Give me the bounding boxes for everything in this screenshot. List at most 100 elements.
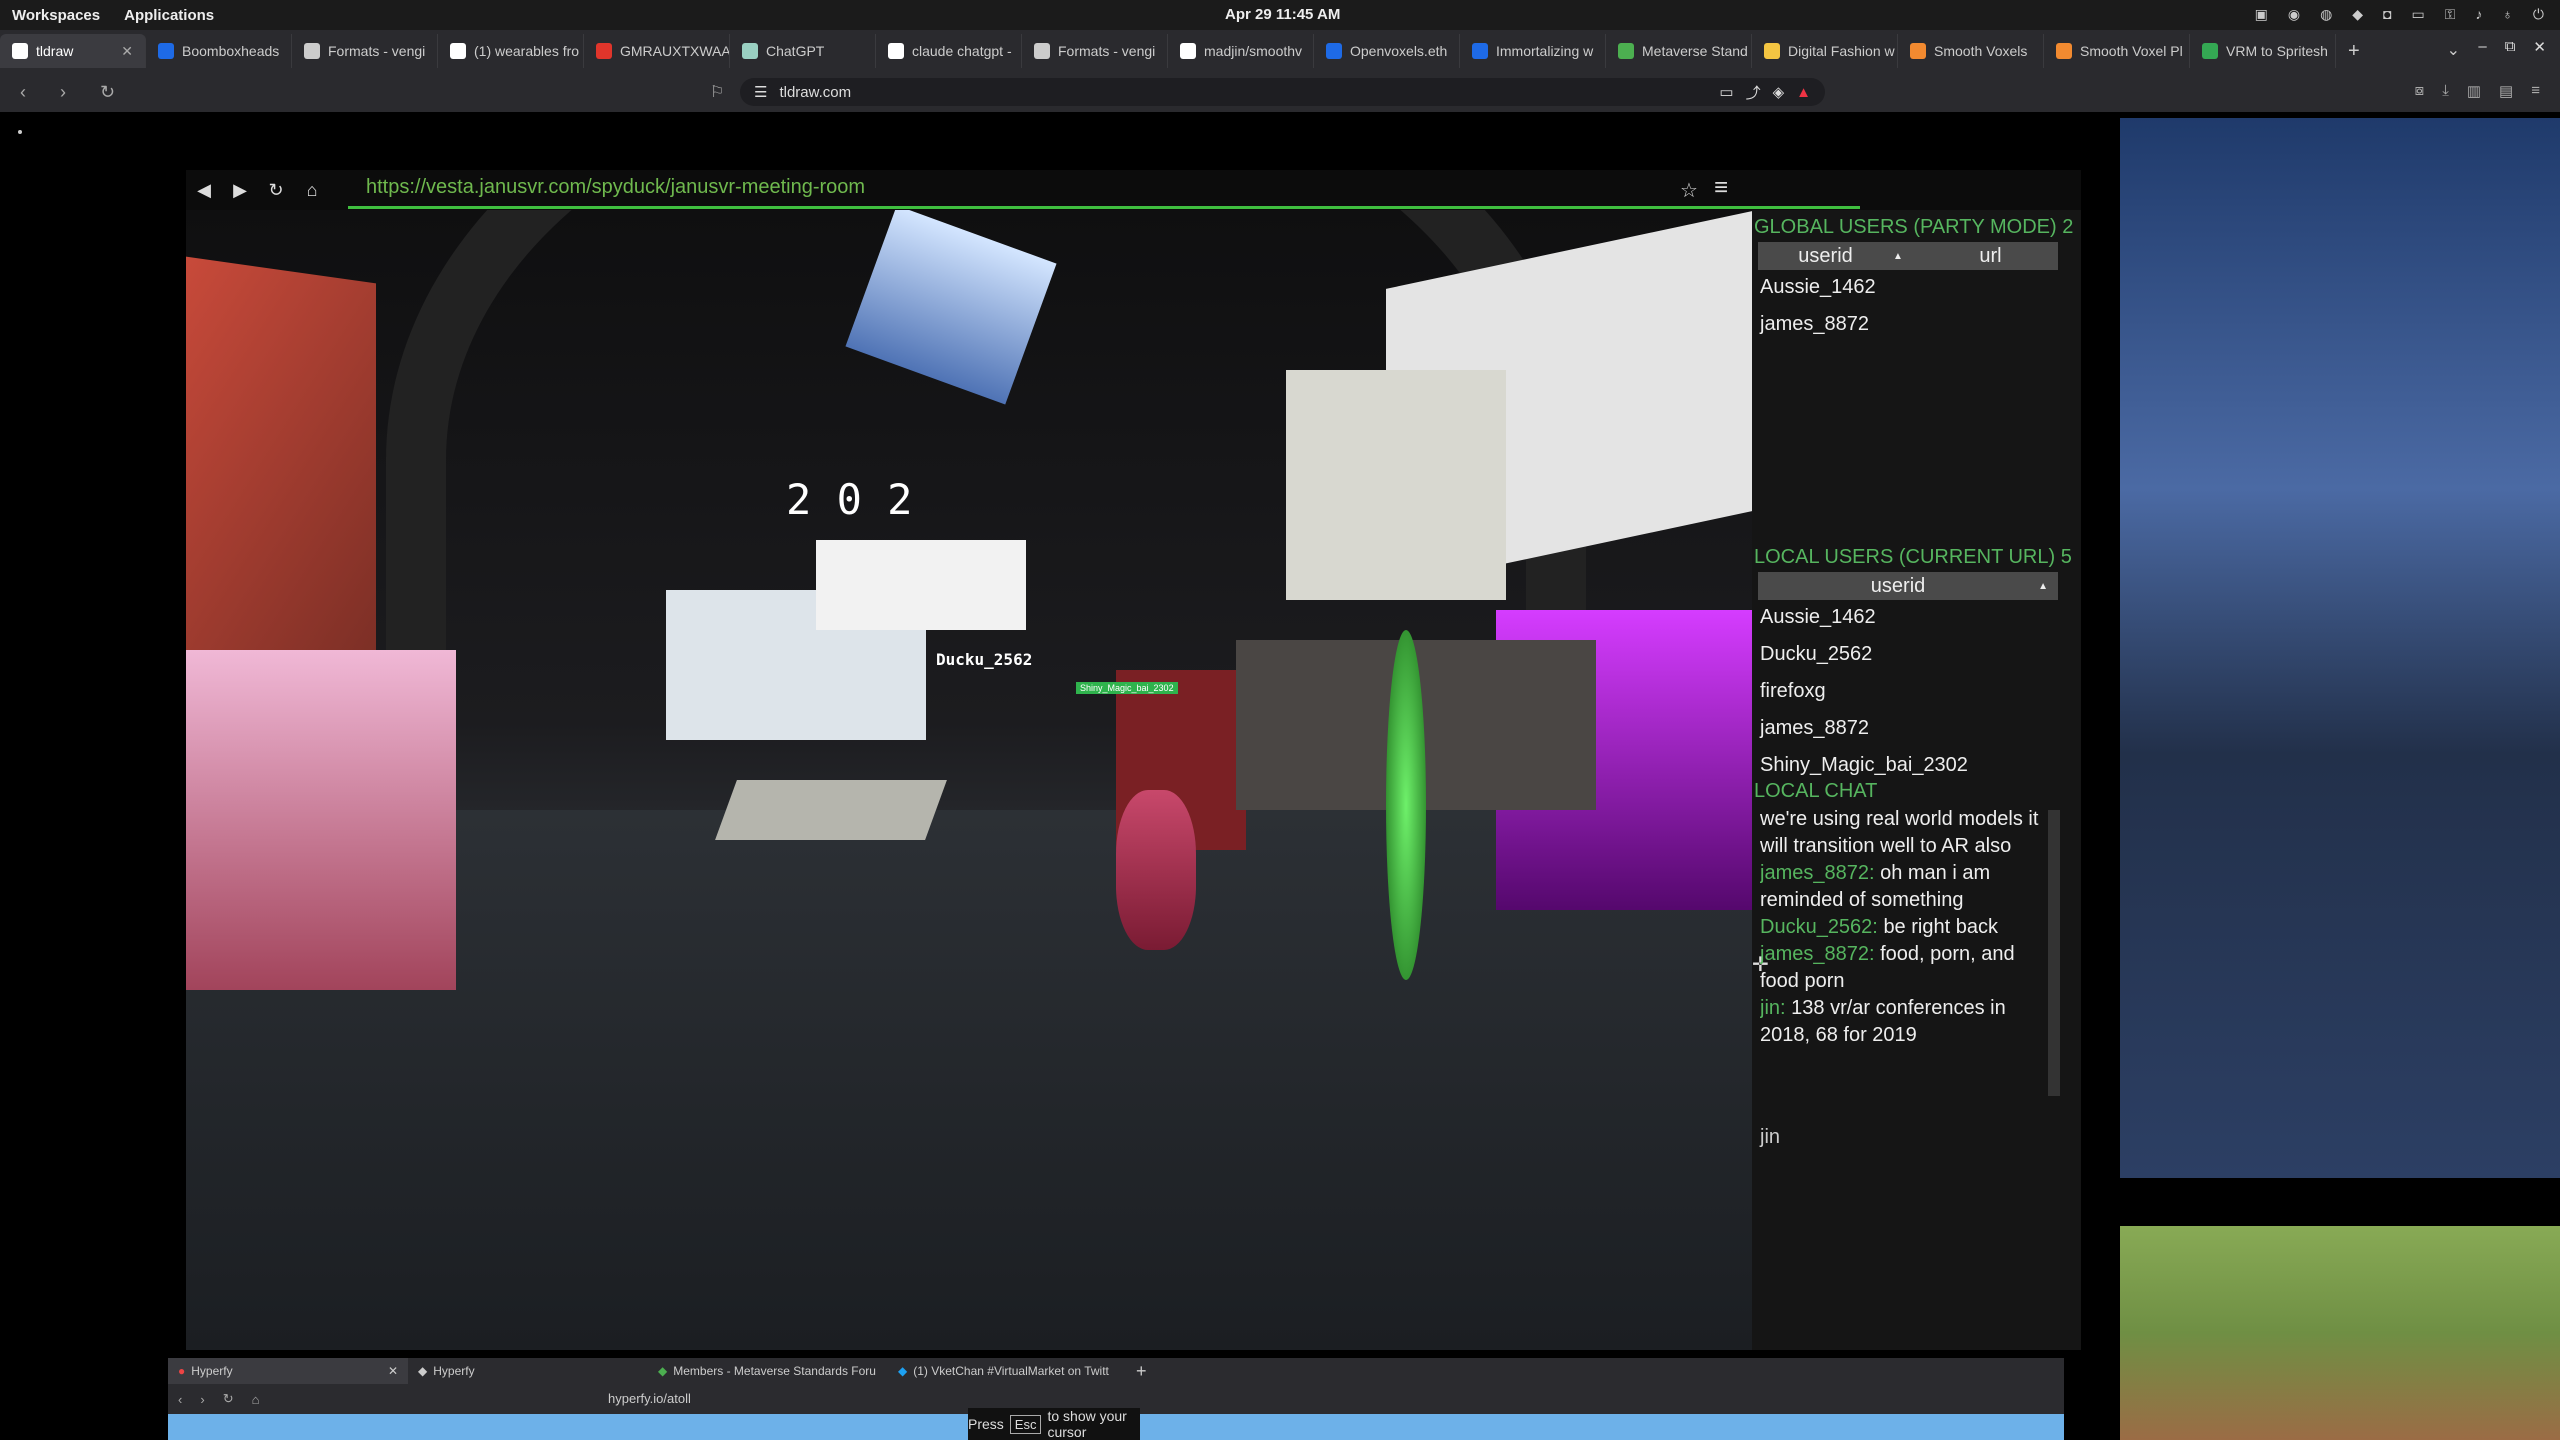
global-col-url[interactable]: url	[1923, 245, 2058, 268]
volume-icon[interactable]: ♪	[2475, 6, 2482, 23]
rewards-icon[interactable]: ▲	[1796, 84, 1811, 101]
address-text: tldraw.com	[779, 83, 852, 101]
tray-shield-icon[interactable]: ◆	[2352, 6, 2363, 23]
chat-input[interactable]: jin	[1760, 1126, 2050, 1160]
hyperfy-tab[interactable]: ● Hyperfy ✕	[168, 1358, 408, 1384]
twitter-tab[interactable]: ◆ (1) VketChan #VirtualMarket on Twitt	[888, 1358, 1128, 1384]
global-user-row[interactable]: Aussie_1462	[1760, 276, 1876, 299]
global-user-row[interactable]: james_8872	[1760, 313, 1869, 336]
browser-tab[interactable]: tldraw ✕	[0, 34, 146, 68]
maximize-button[interactable]: ⧉	[2505, 38, 2516, 56]
browser-tab[interactable]: Formats - vengi	[292, 34, 438, 68]
mic-icon[interactable]: ♁	[2502, 6, 2513, 23]
janus-bookmark-star-icon[interactable]: ☆	[1680, 178, 1698, 203]
tray-app-icon[interactable]: ▣	[2255, 6, 2268, 23]
browser-tab[interactable]: (1) wearables fro	[438, 34, 584, 68]
power-icon[interactable]: ⏻	[2533, 6, 2544, 23]
reload-icon[interactable]: ↻	[223, 1391, 234, 1407]
browser-tab[interactable]: madjin/smoothv	[1168, 34, 1314, 68]
tab-list-chevron-icon[interactable]: ⌄	[2447, 40, 2460, 60]
browser-tab[interactable]: claude chatgpt -	[876, 34, 1022, 68]
hyperfy-new-tab-button[interactable]: +	[1136, 1361, 1147, 1382]
browser-tab[interactable]: ChatGPT	[730, 34, 876, 68]
chat-message: jin: 138 vr/ar conferences in 2018, 68 f…	[1760, 995, 2040, 1049]
workspaces-menu[interactable]: Workspaces	[0, 7, 112, 24]
browser-tab[interactable]: Boomboxheads	[146, 34, 292, 68]
tab-favicon-icon	[1326, 43, 1342, 59]
back-icon[interactable]: ‹	[178, 1392, 182, 1407]
browser-tab[interactable]: Immortalizing w	[1460, 34, 1606, 68]
sort-asc-icon: ▲	[1893, 250, 1903, 262]
new-tab-button[interactable]: +	[2348, 40, 2360, 63]
extensions-icon[interactable]: ⧇	[2415, 82, 2425, 100]
janus-url[interactable]: https://vesta.janusvr.com/spyduck/janusv…	[366, 176, 865, 199]
minimize-button[interactable]: –	[2478, 38, 2486, 56]
local-user-row[interactable]: james_8872	[1760, 717, 1869, 740]
tab-label: tldraw	[36, 43, 74, 59]
janus-menu-icon[interactable]: ≡	[1714, 174, 1728, 202]
browser-tab[interactable]: Formats - vengi	[1022, 34, 1168, 68]
applications-menu[interactable]: Applications	[112, 7, 226, 24]
tab-favicon-icon	[888, 43, 904, 59]
local-col-userid[interactable]: userid	[1758, 575, 2038, 598]
menu-icon[interactable]: ≡	[2531, 82, 2540, 100]
global-col-userid[interactable]: userid	[1758, 245, 1893, 268]
local-chat-log[interactable]: we're using real world models it will tr…	[1760, 806, 2040, 1096]
browser-tab[interactable]: GMRAUXTXWAAD	[584, 34, 730, 68]
close-tab-icon: ✕	[387, 1364, 398, 1378]
system-top-bar: Workspaces Applications Apr 29 11:45 AM …	[0, 0, 2560, 30]
site-settings-icon[interactable]: ☰	[754, 83, 767, 101]
members-favicon-icon: ◆	[658, 1364, 668, 1378]
janus-forward-icon[interactable]: ▶	[222, 180, 258, 201]
hyperfy-tab-strip: ● Hyperfy ✕ ◆ Hyperfy ◆ Members - Metaverse …	[168, 1358, 2064, 1384]
scene-wall-poster	[186, 650, 456, 990]
members-tab[interactable]: ◆ Members - Metaverse Standards Foru	[648, 1358, 888, 1384]
close-window-button[interactable]: ✕	[2533, 38, 2546, 56]
local-user-row[interactable]: Shiny_Magic_bai_2302	[1760, 754, 1968, 777]
browser-tab[interactable]: Openvoxels.eth	[1314, 34, 1460, 68]
system-clock[interactable]: Apr 29 11:45 AM	[1225, 6, 1340, 23]
avatar-nametag: Ducku_2562	[936, 650, 1033, 669]
back-icon[interactable]: ‹	[20, 82, 40, 103]
local-user-row[interactable]: Aussie_1462	[1760, 606, 1876, 629]
browser-tab[interactable]: VRM to Spritesh	[2190, 34, 2336, 68]
local-chat-title: LOCAL CHAT	[1754, 780, 1878, 802]
forward-icon[interactable]: ›	[60, 82, 80, 103]
tab-label: Formats - vengi	[328, 43, 426, 59]
janus-reload-icon[interactable]: ↻	[258, 180, 294, 201]
tray-key-icon[interactable]: ⚿	[2445, 6, 2456, 23]
tab-label: ChatGPT	[766, 43, 825, 59]
bookmark-icon[interactable]: ⚐	[710, 82, 724, 102]
browser-tab[interactable]: Digital Fashion w	[1752, 34, 1898, 68]
close-tab-icon[interactable]: ✕	[121, 43, 133, 60]
janus-home-icon[interactable]: ⌂	[294, 180, 330, 201]
browser-tab[interactable]: Metaverse Stand	[1606, 34, 1752, 68]
tray-app-icon[interactable]: ◉	[2288, 6, 2300, 23]
downloads-icon[interactable]: ⤓	[2442, 82, 2449, 100]
browser-tab[interactable]: Smooth Voxels	[1898, 34, 2044, 68]
chat-scrollbar[interactable]	[2048, 810, 2060, 1096]
browser-tab[interactable]: Smooth Voxel Pl	[2044, 34, 2190, 68]
tray-game-icon[interactable]: ◘	[2383, 6, 2391, 23]
address-bar[interactable]: ☰ tldraw.com ▭ ⤴ ◈ ▲	[740, 78, 1825, 106]
tray-window-icon[interactable]: ▭	[2412, 6, 2425, 23]
tab-label: Formats - vengi	[1058, 43, 1156, 59]
tray-app-icon[interactable]: ◍	[2320, 6, 2332, 23]
wallet-icon[interactable]: ▤	[2499, 82, 2513, 100]
home-icon[interactable]: ⌂	[252, 1392, 260, 1407]
janus-3d-viewport[interactable]: 2 0 2 Ducku_2562 Shiny_Magic_bai_2302	[186, 210, 1752, 1350]
local-user-row[interactable]: firefoxg	[1760, 680, 1826, 703]
forward-icon[interactable]: ›	[200, 1392, 204, 1407]
cast-icon[interactable]: ▭	[1719, 83, 1733, 101]
local-user-row[interactable]: Ducku_2562	[1760, 643, 1872, 666]
scene-green-portal[interactable]	[1386, 630, 1426, 980]
toolbar-actions: ⧇ ⤓ ▥ ▤ ≡	[2415, 82, 2540, 100]
sidebar-icon[interactable]: ▥	[2467, 82, 2481, 100]
shield-icon[interactable]: ◈	[1773, 83, 1785, 101]
reload-icon[interactable]: ↻	[100, 82, 120, 103]
janus-back-icon[interactable]: ◀	[186, 180, 222, 201]
avatar-figure[interactable]	[1116, 790, 1196, 950]
hyperfy-address[interactable]: hyperfy.io/atoll	[608, 1391, 691, 1406]
share-icon[interactable]: ⤴	[1746, 82, 1761, 103]
hyperfy-tab[interactable]: ◆ Hyperfy	[408, 1358, 648, 1384]
